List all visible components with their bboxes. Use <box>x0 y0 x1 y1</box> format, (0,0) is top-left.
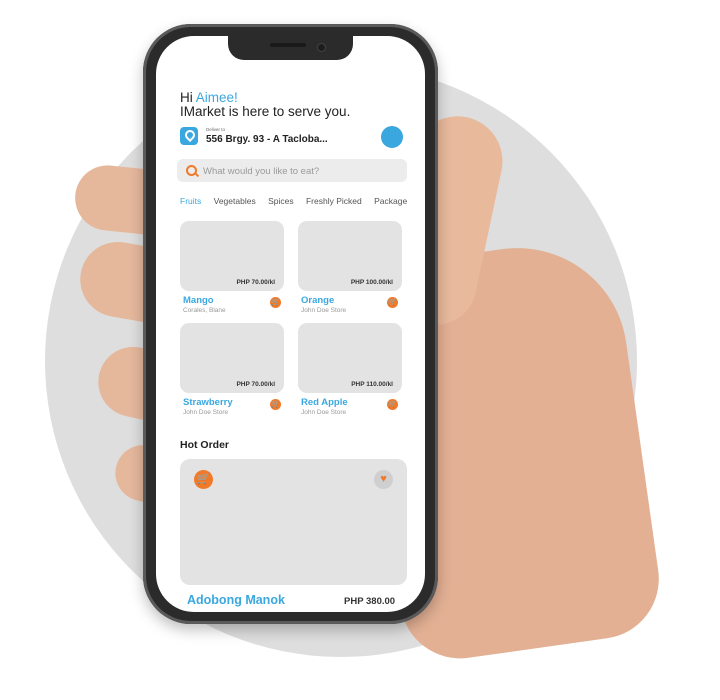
greeting-hi: Hi <box>180 90 193 105</box>
front-camera <box>318 44 325 51</box>
product-price: PHP 110.00/kl <box>351 381 393 388</box>
search-bar[interactable] <box>177 159 407 184</box>
search-icon <box>186 165 197 176</box>
tab-package[interactable]: Package <box>374 196 407 206</box>
product-store: John Doe Store <box>183 409 229 416</box>
product-image-orange[interactable]: PHP 100.00/kl <box>298 221 402 291</box>
cart-icon[interactable]: 🛒 <box>194 470 213 489</box>
delivery-address[interactable]: 556 Brgy. 93 - A Tacloba... <box>206 134 328 145</box>
location-pin-icon[interactable] <box>180 127 198 145</box>
hot-order-card[interactable]: 🛒 ♥ <box>180 459 407 585</box>
product-name[interactable]: Mango <box>183 295 214 306</box>
product-price: PHP 100.00/kl <box>350 279 393 286</box>
product-store: John Doe Store <box>301 409 347 416</box>
category-tabs: Fruits Vegetables Spices Freshly Picked … <box>180 196 425 210</box>
product-image-red-apple[interactable]: PHP 110.00/kl <box>298 323 402 393</box>
phone-frame: Hi Aimee! IMarket is here to serve you. … <box>143 24 438 624</box>
product-store: Corales, Blane <box>183 307 226 314</box>
product-store: John Doe Store <box>301 307 347 314</box>
tab-fruits[interactable]: Fruits <box>180 196 201 206</box>
search-input[interactable] <box>201 159 405 184</box>
user-name: Aimee! <box>195 90 238 105</box>
product-price: PHP 70.00/kl <box>236 279 275 286</box>
avatar[interactable] <box>381 126 403 148</box>
tab-vegetables[interactable]: Vegetables <box>214 196 256 206</box>
speaker-grille <box>270 43 306 47</box>
greeting-subtitle: IMarket is here to serve you. <box>180 104 351 119</box>
product-image-strawberry[interactable]: PHP 70.00/kl <box>180 323 284 393</box>
product-name[interactable]: Orange <box>301 295 334 306</box>
tab-freshly-picked[interactable]: Freshly Picked <box>306 196 362 206</box>
product-price: PHP 70.00/kl <box>236 381 275 388</box>
product-name[interactable]: Strawberry <box>183 397 233 408</box>
cart-icon[interactable]: 🛒 <box>270 399 281 410</box>
deliver-to-label: Deliver to <box>206 127 226 132</box>
heart-icon[interactable]: ♥ <box>374 470 393 489</box>
hot-order-name[interactable]: Adobong Manok <box>187 593 285 607</box>
cart-icon[interactable]: 🛒 <box>387 297 398 308</box>
tab-spices[interactable]: Spices <box>268 196 294 206</box>
greeting: Hi Aimee! <box>180 90 238 105</box>
cart-icon[interactable]: 🛒 <box>387 399 398 410</box>
hot-order-price: PHP 380.00 <box>344 596 396 607</box>
product-name[interactable]: Red Apple <box>301 397 348 408</box>
app-screen: Hi Aimee! IMarket is here to serve you. … <box>156 36 425 612</box>
phone-notch <box>228 36 353 60</box>
cart-icon[interactable]: 🛒 <box>270 297 281 308</box>
hot-order-title: Hot Order <box>180 439 230 451</box>
product-image-mango[interactable]: PHP 70.00/kl <box>180 221 284 291</box>
